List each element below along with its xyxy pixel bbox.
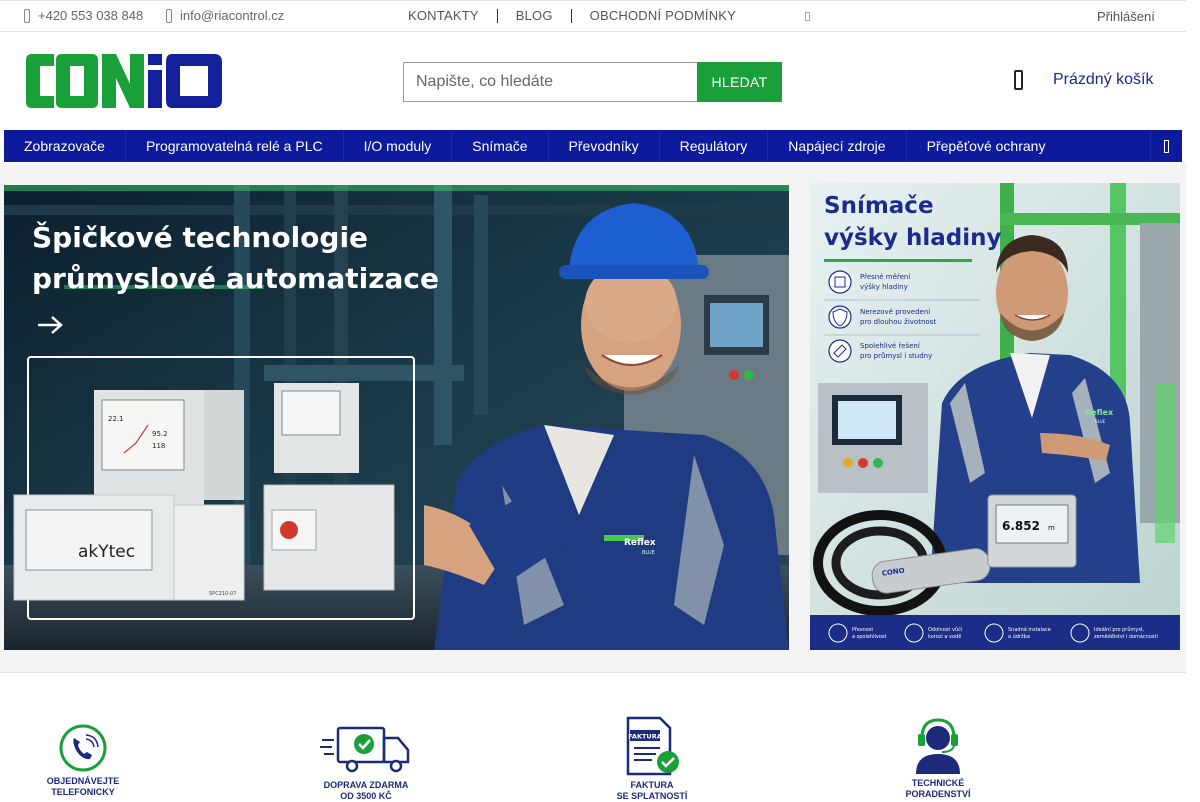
search-button[interactable]: HLEDAT (697, 62, 782, 102)
phone-icon (24, 8, 30, 23)
svg-text:95.2: 95.2 (152, 430, 168, 438)
divider (570, 8, 572, 23)
svg-text:pro dlouhou životnost: pro dlouhou životnost (860, 318, 936, 326)
nav-item-plc[interactable]: Programovatelná relé a PLC (126, 130, 344, 162)
email-icon (166, 8, 172, 23)
benefit-shipping: DOPRAVA ZDARMA OD 3500 KČ (320, 722, 412, 802)
cart-label[interactable]: Prázdný košík (1053, 71, 1153, 89)
svg-text:pro průmysl i studny: pro průmysl i studny (860, 352, 932, 360)
dropdown-icon[interactable] (805, 12, 810, 21)
nav-item-prepetove-ochrany[interactable]: Přepěťové ochrany (907, 130, 1066, 162)
benefit-label: SE SPLATNOSTÍ (616, 791, 688, 801)
benefit-label: OD 3500 KČ (340, 791, 392, 801)
top-bar: +420 553 038 848 info@riacontrol.cz KONT… (0, 0, 1186, 32)
benefit-support: TECHNICKÉ PORADENSTVÍ (902, 716, 974, 800)
truck-icon (320, 726, 410, 773)
nav-item-regulatory[interactable]: Regulátory (660, 130, 769, 162)
benefit-label: OBJEDNÁVEJTE (46, 776, 120, 786)
nav-item-io-moduly[interactable]: I/O moduly (344, 130, 453, 162)
shield-icon (828, 305, 852, 329)
gauge-icon (828, 270, 852, 294)
main-nav: Zobrazovače Programovatelná relé a PLC I… (4, 130, 1182, 162)
link-kontakty[interactable]: KONTAKTY (408, 8, 479, 23)
svg-text:Spolehlivé řešení: Spolehlivé řešení (860, 342, 921, 350)
email-contact[interactable]: info@riacontrol.cz (166, 8, 284, 23)
svg-text:Přesné měření: Přesné měření (860, 273, 911, 281)
cart[interactable]: Prázdný košík (1014, 70, 1153, 90)
top-links: KONTAKTY BLOG OBCHODNÍ PODMÍNKY (408, 8, 736, 23)
benefit-phone: OBJEDNÁVEJTE TELEFONICKY (44, 722, 122, 798)
svg-text:FAKTURA: FAKTURA (628, 733, 662, 741)
svg-text:BLUE: BLUE (1095, 419, 1106, 424)
search-input[interactable] (403, 62, 697, 102)
benefit-label: TECHNICKÉ (911, 778, 965, 788)
device-brand: akYtec (78, 542, 135, 562)
svg-text:korozi a vodě: korozi a vodě (928, 633, 961, 640)
link-obchodni-podminky[interactable]: OBCHODNÍ PODMÍNKY (590, 8, 736, 23)
headset-icon (916, 718, 960, 774)
svg-text:m: m (1048, 524, 1055, 532)
svg-text:Nerezové provedení: Nerezové provedení (860, 308, 931, 316)
tag-icon (828, 339, 852, 363)
nav-item-snimace[interactable]: Snímače (452, 130, 549, 162)
svg-text:Snadná instalace: Snadná instalace (1008, 626, 1051, 633)
link-blog[interactable]: BLOG (516, 8, 553, 23)
svg-text:a údržba: a údržba (1008, 633, 1030, 640)
sensor-display-value: 6.852 (1002, 519, 1040, 533)
benefit-label: FAKTURA (630, 780, 674, 790)
svg-text:zemědělství i domácnosti: zemědělství i domácnosti (1094, 633, 1158, 640)
benefit-invoice: FAKTURA FAKTURA SE SPLATNOSTÍ (616, 714, 688, 802)
phone-contact[interactable]: +420 553 038 848 (24, 8, 143, 23)
svg-text:22.1: 22.1 (108, 415, 124, 423)
cart-icon[interactable] (1014, 70, 1023, 90)
svg-text:Ideální pro průmysl,: Ideální pro průmysl, (1094, 626, 1144, 633)
svg-text:Reflex: Reflex (624, 538, 656, 548)
nav-item-napajeci-zdroje[interactable]: Napájecí zdroje (768, 130, 907, 162)
svg-text:výšky hladiny: výšky hladiny (860, 283, 908, 291)
svg-text:Odolnost vůči: Odolnost vůči (928, 626, 962, 633)
invoice-icon: FAKTURA (626, 716, 679, 776)
svg-text:Reflex: Reflex (1085, 408, 1114, 417)
side-banner[interactable]: Snímače výšky hladiny Přesné měření výšk… (810, 183, 1180, 650)
divider (496, 8, 498, 23)
email-address[interactable]: info@riacontrol.cz (180, 8, 284, 23)
banner-headline-1: Špičkové technologie (32, 220, 368, 254)
nav-more-button[interactable] (1150, 130, 1182, 162)
benefit-label: PORADENSTVÍ (905, 789, 971, 799)
svg-text:118: 118 (152, 442, 165, 450)
svg-text:a spolehlivost: a spolehlivost (852, 634, 887, 640)
nav-item-zobrazovace[interactable]: Zobrazovače (4, 130, 126, 162)
benefit-label: TELEFONICKY (51, 787, 115, 797)
search-form: HLEDAT (403, 62, 782, 102)
phone-icon (59, 724, 107, 772)
main-banner[interactable]: Špičkové technologie průmyslové automati… (4, 185, 789, 650)
side-headline-1: Snímače (824, 193, 934, 219)
nav-item-prevodniky[interactable]: Převodníky (549, 130, 660, 162)
svg-text:BLUE: BLUE (642, 550, 655, 556)
benefit-label: DOPRAVA ZDARMA (323, 780, 409, 790)
side-headline-2: výšky hladiny (824, 225, 1001, 251)
svg-text:Přesnost: Přesnost (852, 626, 873, 633)
svg-text:SPC210-07: SPC210-07 (209, 591, 236, 597)
site-logo[interactable] (24, 50, 224, 112)
login-link[interactable]: Přihlášení (1097, 9, 1155, 24)
phone-number[interactable]: +420 553 038 848 (38, 8, 143, 23)
menu-icon (1164, 139, 1169, 153)
banner-headline-2: průmyslové automatizace (32, 262, 439, 295)
